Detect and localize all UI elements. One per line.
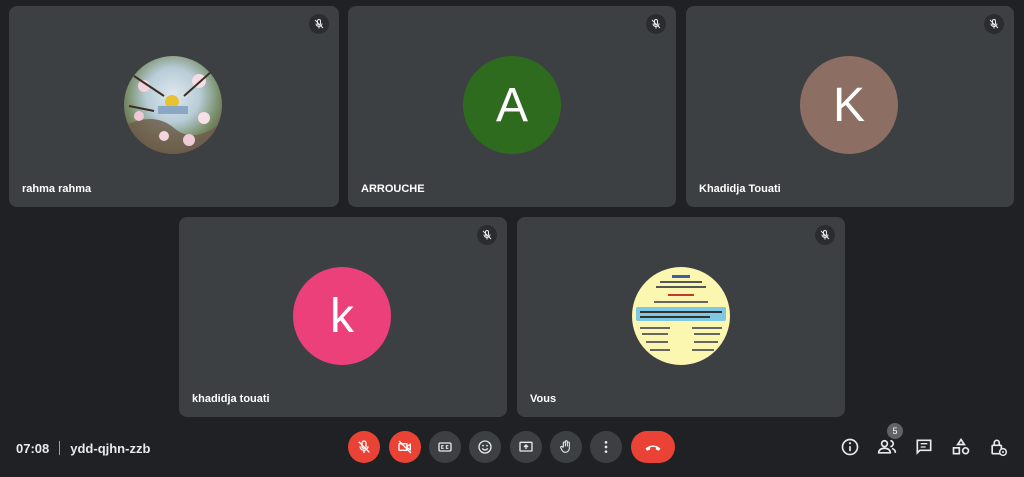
avatar-document-image: [632, 267, 730, 365]
leave-call-button[interactable]: [631, 431, 675, 463]
activities-icon: [952, 437, 970, 455]
participant-name: khadidja touati: [192, 393, 270, 405]
camera-off-icon: [398, 440, 412, 454]
participant-tile[interactable]: Vous: [517, 217, 845, 417]
participant-name: ARROUCHE: [361, 183, 425, 195]
divider: [59, 441, 61, 455]
mic-off-icon: [646, 14, 666, 34]
captions-icon: [438, 442, 452, 452]
more-options-icon: [604, 441, 608, 453]
participant-name: rahma rahma: [22, 183, 92, 195]
mic-off-icon: [477, 225, 497, 245]
chat-icon: [916, 439, 932, 455]
bottom-toolbar: 07:08 ydd-qjhn-zzb: [0, 419, 1024, 477]
avatar-initial: A: [463, 56, 561, 154]
host-controls-button[interactable]: [984, 433, 1012, 461]
participant-tile[interactable]: rahma rahma: [9, 6, 339, 207]
end-call-icon: [645, 445, 661, 451]
toggle-camera-button[interactable]: [389, 431, 421, 463]
present-icon: [519, 441, 533, 452]
avatar-initial: K: [800, 56, 898, 154]
meeting-code: ydd-qjhn-zzb: [70, 440, 151, 456]
avatar-photo: [124, 56, 222, 154]
mic-off-icon: [984, 14, 1004, 34]
chat-button[interactable]: [910, 433, 938, 461]
activities-button[interactable]: [947, 433, 975, 461]
participant-name: Khadidja Touati: [699, 183, 781, 195]
mic-off-icon: [815, 225, 835, 245]
more-options-button[interactable]: [590, 431, 622, 463]
people-count-badge: 5: [887, 423, 903, 439]
meeting-info: 07:08 ydd-qjhn-zzb: [16, 419, 150, 477]
raise-hand-button[interactable]: [550, 431, 582, 463]
toggle-microphone-button[interactable]: [348, 431, 380, 463]
participant-tile[interactable]: A ARROUCHE: [348, 6, 676, 207]
emoji-reaction-button[interactable]: [469, 431, 501, 463]
meeting-time: 07:08: [16, 440, 50, 456]
mic-off-icon: [309, 14, 329, 34]
present-screen-button[interactable]: [510, 431, 542, 463]
avatar-initial: k: [293, 267, 391, 365]
participant-tile[interactable]: k khadidja touati: [179, 217, 507, 417]
participant-tile[interactable]: K Khadidja Touati: [686, 6, 1014, 207]
people-icon: [877, 439, 897, 454]
mic-off-icon: [358, 440, 370, 453]
info-icon: [841, 438, 859, 456]
raise-hand-icon: [560, 440, 570, 453]
participant-name: Vous: [530, 393, 557, 405]
host-controls-icon: [991, 439, 1008, 457]
meeting-details-button[interactable]: [836, 433, 864, 461]
emoji-icon: [478, 440, 492, 454]
captions-button[interactable]: [429, 431, 461, 463]
